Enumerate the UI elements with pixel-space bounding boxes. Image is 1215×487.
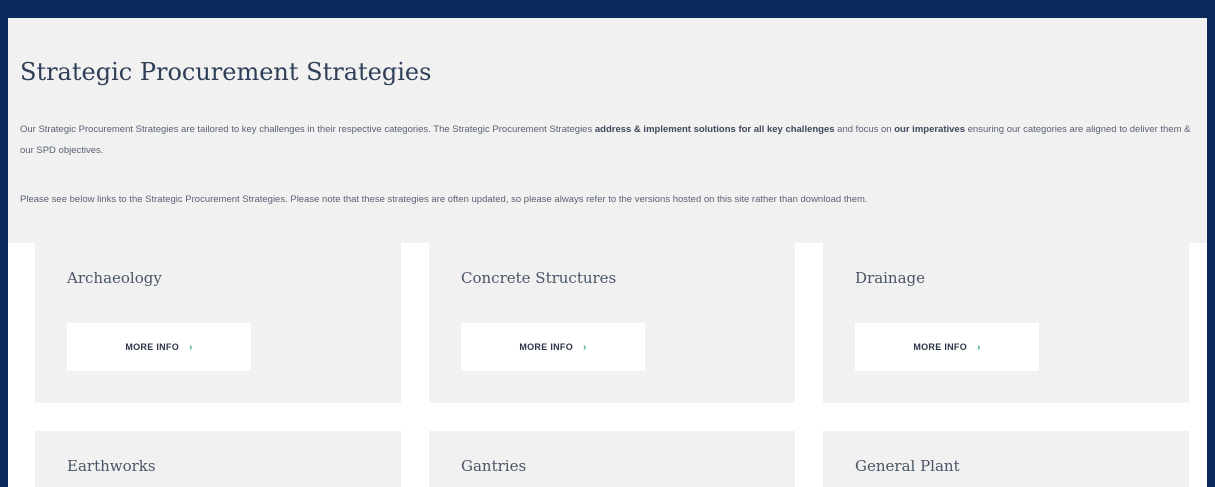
card-title: Concrete Structures [461, 269, 617, 287]
more-info-button-drainage[interactable]: MORE INFO › [855, 323, 1039, 371]
intro-section: Strategic Procurement Strategies Our Str… [8, 18, 1207, 243]
page: Strategic Procurement Strategies Our Str… [8, 18, 1207, 487]
links-paragraph: Please see below links to the Strategic … [20, 194, 868, 205]
chevron-right-icon: › [583, 341, 587, 353]
intro-bold-2: our imperatives [894, 124, 965, 135]
chevron-right-icon: › [977, 341, 981, 353]
card-drainage: Drainage MORE INFO › [823, 243, 1189, 403]
intro-text-2: and focus on [834, 124, 895, 135]
more-info-label: MORE INFO [913, 342, 968, 352]
card-concrete-structures: Concrete Structures MORE INFO › [429, 243, 795, 403]
card-title: Gantries [461, 457, 527, 475]
card-archaeology: Archaeology MORE INFO › [35, 243, 401, 403]
more-info-label: MORE INFO [125, 342, 180, 352]
more-info-label: MORE INFO [519, 342, 574, 352]
more-info-button-archaeology[interactable]: MORE INFO › [67, 323, 251, 371]
chevron-right-icon: › [189, 341, 193, 353]
intro-text-1: Our Strategic Procurement Strategies are… [20, 124, 595, 135]
card-title: Earthworks [67, 457, 156, 475]
card-general-plant: General Plant [823, 431, 1189, 487]
page-title: Strategic Procurement Strategies [20, 58, 432, 86]
card-title: General Plant [855, 457, 960, 475]
more-info-button-concrete-structures[interactable]: MORE INFO › [461, 323, 645, 371]
card-title: Drainage [855, 269, 926, 287]
card-earthworks: Earthworks [35, 431, 401, 487]
intro-paragraph: Our Strategic Procurement Strategies are… [20, 119, 1200, 161]
card-gantries: Gantries [429, 431, 795, 487]
intro-bold-1: address & implement solutions for all ke… [594, 124, 835, 135]
card-title: Archaeology [67, 269, 162, 287]
